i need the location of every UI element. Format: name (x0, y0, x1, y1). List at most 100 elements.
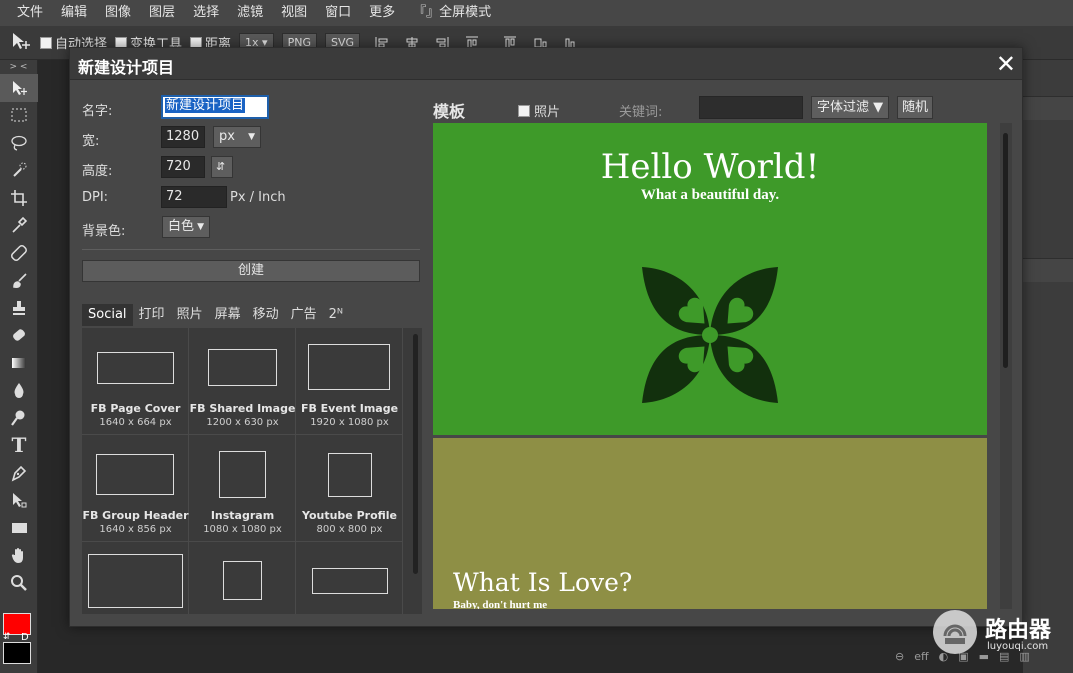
preset-size: 1920 x 1080 px (310, 417, 389, 428)
template-title: Hello World! (600, 147, 820, 187)
gradient-icon[interactable] (0, 349, 38, 377)
marquee-icon[interactable] (0, 102, 38, 130)
flower-icon (642, 267, 778, 403)
width-label: 宽: (82, 134, 100, 149)
template-scrollbar[interactable] (1000, 123, 1012, 609)
stamp-icon[interactable] (0, 294, 38, 322)
menu-more[interactable]: 更多 (360, 0, 404, 26)
tab-power-of-two[interactable]: 2ᴺ (323, 304, 349, 326)
preset-thumbnail (88, 554, 183, 608)
brush-icon[interactable] (0, 267, 38, 295)
watermark-title: 路由器 (985, 618, 1052, 643)
watermark-logo: 路由器 luyouqi.com (933, 610, 1073, 658)
preset-thumbnail (312, 568, 388, 594)
menu-layer[interactable]: 图层 (140, 0, 184, 26)
preset-item[interactable] (82, 542, 189, 614)
menu-window[interactable]: 窗口 (316, 0, 360, 26)
zoom-icon[interactable] (0, 569, 38, 597)
bg-color-select[interactable]: 白色 ▼ (162, 216, 210, 238)
tab-ads[interactable]: 广告 (285, 304, 323, 326)
new-project-dialog: 新建设计项目 ✕ 名字: 新建设计项目 宽: 1280 px ▼ 高度: 720 … (69, 47, 1023, 627)
lasso-icon[interactable] (0, 129, 38, 157)
tab-print[interactable]: 打印 (133, 304, 171, 326)
preset-size: 1640 x 664 px (99, 417, 172, 428)
name-input[interactable]: 新建设计项目 (161, 95, 269, 119)
effects-button[interactable]: eff (914, 650, 928, 663)
dpi-label: DPI: (82, 190, 109, 205)
right-panels (1023, 60, 1073, 673)
preset-fb-page-cover[interactable]: FB Page Cover 1640 x 664 px (82, 328, 189, 435)
keyword-input[interactable] (699, 96, 803, 119)
path-select-icon[interactable] (0, 487, 38, 515)
menu-fullscreen[interactable]: 『』全屏模式 (404, 0, 500, 26)
dpi-input[interactable]: 72 (161, 186, 227, 208)
close-icon[interactable]: ✕ (996, 50, 1016, 78)
preset-name: FB Shared Image (189, 402, 296, 415)
preset-size: 1080 x 1080 px (203, 524, 282, 535)
preset-thumbnail (96, 454, 174, 495)
preset-youtube-profile[interactable]: Youtube Profile 800 x 800 px (296, 435, 403, 542)
menu-filter[interactable]: 滤镜 (228, 0, 272, 26)
rect-shape-icon[interactable] (0, 514, 38, 542)
swap-colors-icon[interactable]: ⇵ (3, 632, 11, 642)
tab-social[interactable]: Social (82, 304, 133, 326)
divider (82, 249, 420, 250)
tab-screen[interactable]: 屏幕 (209, 304, 247, 326)
swap-dimensions-button[interactable]: ⇵ (211, 156, 233, 178)
font-filter-button[interactable]: 字体过滤 ▼ (811, 96, 890, 119)
preset-instagram[interactable]: Instagram 1080 x 1080 px (189, 435, 296, 542)
preset-fb-shared-image[interactable]: FB Shared Image 1200 x 630 px (189, 328, 296, 435)
quick-select-icon[interactable] (0, 157, 38, 185)
menu-file[interactable]: 文件 (8, 0, 52, 26)
preset-fb-group-header[interactable]: FB Group Header 1640 x 856 px (82, 435, 189, 542)
hand-icon[interactable] (0, 542, 38, 570)
menu-select[interactable]: 选择 (184, 0, 228, 26)
preset-thumbnail (328, 453, 372, 497)
panel-header (1023, 258, 1073, 282)
name-label: 名字: (82, 104, 113, 119)
blur-icon[interactable] (0, 377, 38, 405)
preset-scrollbar[interactable] (410, 328, 422, 614)
menu-edit[interactable]: 编辑 (52, 0, 96, 26)
preset-item[interactable] (189, 542, 296, 614)
dialog-title: 新建设计项目 (78, 58, 175, 77)
tab-photo[interactable]: 照片 (171, 304, 209, 326)
eyedropper-icon[interactable] (0, 212, 38, 240)
dpi-unit: Px / Inch (230, 190, 286, 205)
panel-header (1023, 96, 1073, 120)
template-what-is-love[interactable]: What Is Love? Baby, don't hurt me (433, 438, 987, 609)
move-icon[interactable] (0, 74, 38, 102)
photo-checkbox[interactable]: 照片 (518, 101, 560, 120)
collapse-toggle[interactable]: > < (0, 60, 37, 74)
link-icon[interactable]: ⊖ (895, 650, 904, 663)
random-button[interactable]: 随机 (897, 96, 934, 119)
template-subtitle: Baby, don't hurt me (453, 599, 548, 609)
preset-item[interactable] (296, 542, 403, 614)
template-hello-world[interactable]: Hello World! What a beautiful day. (433, 123, 987, 435)
preset-thumbnail (208, 349, 277, 386)
text-icon[interactable]: T (0, 432, 38, 460)
keyword-label: 关键词: (619, 105, 663, 120)
preset-fb-event-image[interactable]: FB Event Image 1920 x 1080 px (296, 328, 403, 435)
height-input[interactable]: 720 (161, 156, 205, 178)
background-color-swatch[interactable] (3, 642, 31, 664)
width-input[interactable]: 1280 (161, 126, 205, 148)
healing-icon[interactable] (0, 239, 38, 267)
preset-size: 800 x 800 px (316, 524, 383, 535)
templates-title: 模板 (433, 102, 466, 121)
preset-thumbnail (308, 344, 390, 390)
menu-image[interactable]: 图像 (96, 0, 140, 26)
tab-mobile[interactable]: 移动 (247, 304, 285, 326)
template-list: Hello World! What a beautiful day. What … (433, 123, 987, 609)
crop-icon[interactable] (0, 184, 38, 212)
eraser-icon[interactable] (0, 322, 38, 350)
create-button[interactable]: 创建 (82, 260, 420, 282)
default-colors-button[interactable]: D (21, 632, 29, 643)
preset-name: FB Group Header (82, 509, 189, 522)
dodge-icon[interactable] (0, 404, 38, 432)
preset-tabs: Social 打印 照片 屏幕 移动 广告 2ᴺ (82, 304, 349, 326)
preset-name: FB Page Cover (90, 402, 181, 415)
pen-icon[interactable] (0, 459, 38, 487)
unit-select[interactable]: px ▼ (213, 126, 261, 148)
menu-view[interactable]: 视图 (272, 0, 316, 26)
